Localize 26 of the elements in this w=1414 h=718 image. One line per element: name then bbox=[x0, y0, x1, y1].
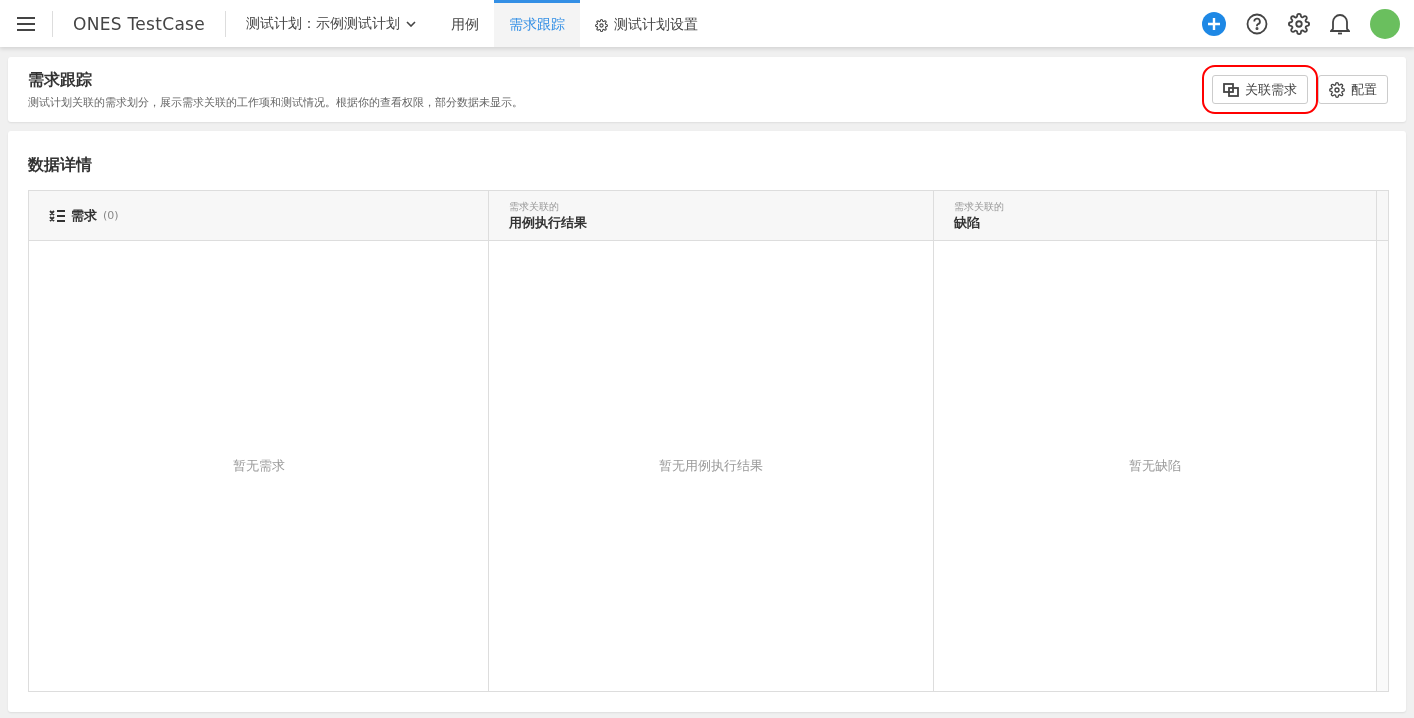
gear-icon bbox=[1288, 12, 1310, 35]
page-title: 需求跟踪 bbox=[28, 69, 93, 91]
gear-icon bbox=[595, 18, 608, 32]
empty-state-text: 暂无缺陷 bbox=[1129, 457, 1181, 475]
column-title: 缺陷 bbox=[954, 213, 981, 232]
plan-selector[interactable]: 测试计划：示例测试计划 bbox=[226, 14, 436, 33]
column-caption: 需求关联的 bbox=[509, 199, 560, 214]
column-caption: 需求关联的 bbox=[954, 199, 1005, 214]
expand-list-icon[interactable] bbox=[49, 209, 65, 222]
product-name: ONES TestCase bbox=[72, 13, 206, 34]
nav-tab[interactable]: 测试计划设置 bbox=[580, 0, 713, 47]
gear-icon bbox=[1329, 81, 1345, 98]
bell-icon[interactable] bbox=[1330, 12, 1350, 35]
empty-state-text: 暂无需求 bbox=[232, 457, 285, 475]
chevron-down-icon bbox=[406, 20, 416, 27]
overlapping-squares-icon bbox=[1223, 82, 1239, 97]
empty-state-text: 暂无用例执行结果 bbox=[659, 457, 763, 475]
add-icon[interactable] bbox=[1202, 11, 1226, 36]
column-title: 用例执行结果 bbox=[509, 213, 588, 232]
page-description: 测试计划关联的需求划分，展示需求关联的工作项和测试情况。根据你的查看权限，部分数据未显示。 bbox=[28, 94, 524, 110]
section-title: 数据详情 bbox=[28, 155, 93, 176]
toolbar-button[interactable]: 配置 bbox=[1318, 75, 1388, 104]
help-icon[interactable] bbox=[1246, 12, 1268, 35]
count-label: (0) bbox=[103, 209, 119, 222]
nav-tab[interactable]: 用例 bbox=[436, 0, 494, 47]
column-title: 需求 bbox=[71, 206, 97, 225]
